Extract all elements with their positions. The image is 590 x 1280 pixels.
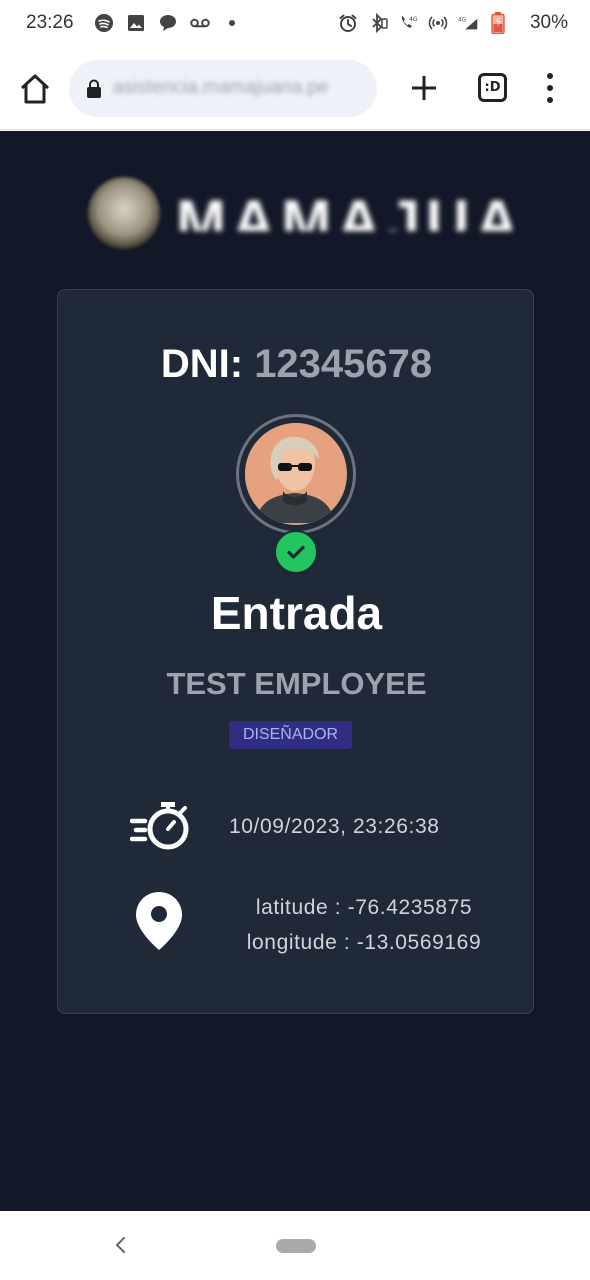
signal-icon: 4G <box>458 13 478 33</box>
latitude-text: latitude : -76.4235875 <box>255 896 473 919</box>
svg-text:4G: 4G <box>409 16 418 23</box>
dni-line: DNI: 12345678 <box>58 342 535 387</box>
url-text: asistencia.mamajuana.pe <box>113 77 329 98</box>
location-row: latitude : -76.4235875 longitude : -13.0… <box>58 888 535 958</box>
browser-toolbar: asistencia.mamajuana.pe :D <box>0 48 590 130</box>
brand-logo <box>88 177 160 249</box>
new-tab-plus-icon[interactable] <box>408 72 440 104</box>
alarm-icon <box>338 13 358 33</box>
coordinates-block: latitude : -76.4235875 longitude : -13.0… <box>224 890 504 960</box>
timestamp-text: 10/09/2023, 23:26:38 <box>229 815 440 838</box>
location-pin-icon <box>134 890 184 952</box>
system-nav-bar <box>0 1211 590 1280</box>
battery-percent: 30% <box>529 12 568 33</box>
longitude-text: longitude : -13.0569169 <box>246 931 482 954</box>
system-icons: 4G 4G <box>338 12 508 34</box>
brand-header: MAMAJUANA <box>88 177 528 257</box>
dni-value: 12345678 <box>254 342 433 386</box>
employee-photo <box>245 423 347 525</box>
lock-icon <box>85 79 103 99</box>
role-badge: DISEÑADOR <box>229 721 352 749</box>
home-pill[interactable] <box>276 1239 316 1253</box>
spotify-icon <box>94 13 114 33</box>
more-icon[interactable] <box>540 73 560 103</box>
dni-label: DNI: <box>160 342 244 386</box>
bluetooth-icon <box>368 13 388 33</box>
voicemail-icon <box>190 13 210 33</box>
employee-name: TEST EMPLOYEE <box>166 666 427 701</box>
svg-text:4G: 4G <box>458 18 466 24</box>
page-content: MAMAJUANA DNI: 12345678 <box>0 131 590 1211</box>
notification-icons <box>94 13 242 33</box>
battery-icon <box>488 12 508 34</box>
hotspot-icon <box>428 13 448 33</box>
home-icon[interactable] <box>18 72 52 106</box>
avatar <box>236 414 356 534</box>
stopwatch-icon <box>129 800 192 852</box>
chat-icon <box>158 13 178 33</box>
address-bar[interactable]: asistencia.mamajuana.pe <box>69 60 377 117</box>
tabs-button[interactable]: :D <box>478 73 507 102</box>
brand-name: MAMAJUANA <box>176 188 512 231</box>
check-icon <box>274 530 318 574</box>
status-bar: 23:26 4G 4G 30% <box>0 0 590 48</box>
timestamp-row: 10/09/2023, 23:26:38 <box>58 798 535 854</box>
event-type-title: Entrada <box>210 587 383 639</box>
image-icon <box>126 13 146 33</box>
attendance-card: DNI: 12345678 Entrada TEST EMPLOYEE DISE… <box>57 289 534 1014</box>
status-time: 23:26 <box>26 12 74 33</box>
back-chevron-icon[interactable] <box>112 1235 130 1255</box>
wifi-call-icon: 4G <box>398 13 418 33</box>
dot-icon <box>222 13 242 33</box>
